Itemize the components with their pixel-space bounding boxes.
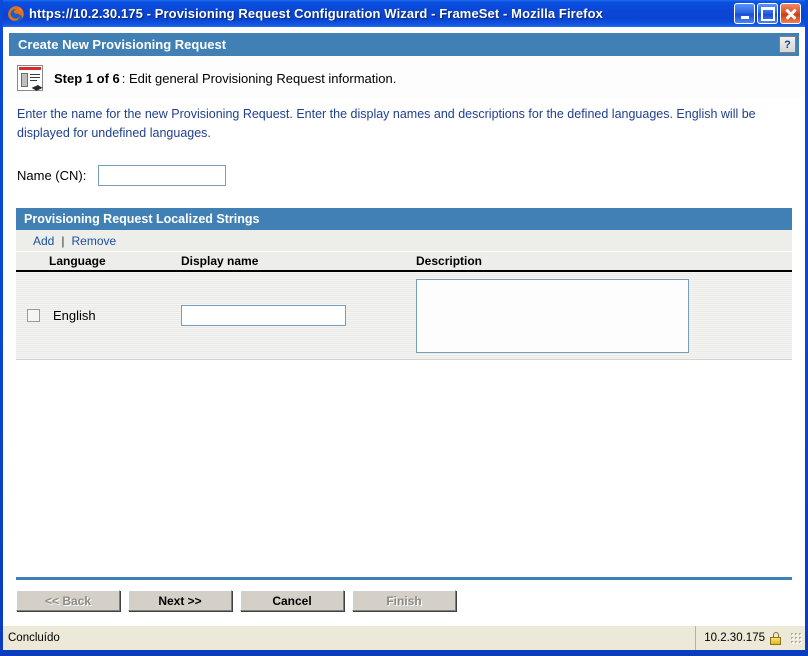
- table-row: English: [16, 272, 792, 360]
- wizard-step-row: ◀▶ Step 1 of 6 : Edit general Provisioni…: [3, 56, 805, 99]
- name-field-label: Name (CN):: [17, 168, 87, 183]
- finish-button[interactable]: Finish: [352, 590, 456, 611]
- window-titlebar: https://10.2.30.175 - Provisioning Reque…: [3, 0, 805, 27]
- localized-strings-toolbar: Add | Remove: [16, 230, 792, 252]
- localized-strings-title: Provisioning Request Localized Strings: [24, 212, 260, 226]
- add-link[interactable]: Add: [33, 234, 54, 248]
- row-language-label: English: [53, 308, 96, 323]
- back-button[interactable]: << Back: [16, 590, 120, 611]
- window-title: https://10.2.30.175 - Provisioning Reque…: [29, 6, 603, 21]
- window-controls: [734, 3, 803, 24]
- browser-window: https://10.2.30.175 - Provisioning Reque…: [0, 0, 808, 656]
- name-field-row: Name (CN):: [3, 143, 805, 186]
- resize-grip-icon[interactable]: [790, 632, 802, 644]
- localized-strings-header: Provisioning Request Localized Strings: [16, 208, 792, 230]
- row-language-cell: English: [16, 308, 181, 323]
- description-textarea[interactable]: [416, 278, 689, 353]
- page-content: Create New Provisioning Request ? ◀▶ Ste…: [3, 27, 805, 625]
- localized-strings-panel: Provisioning Request Localized Strings A…: [16, 208, 792, 360]
- wizard-footer: << Back Next >> Cancel Finish: [3, 577, 805, 625]
- maximize-icon[interactable]: [757, 3, 778, 24]
- close-icon[interactable]: [780, 3, 801, 24]
- status-host: 10.2.30.175: [704, 632, 765, 644]
- display-name-input[interactable]: [181, 305, 346, 326]
- status-text: Concluído: [8, 632, 60, 644]
- dialog-header: Create New Provisioning Request ?: [9, 33, 799, 56]
- next-button[interactable]: Next >>: [128, 590, 232, 611]
- form-document-icon: ◀▶: [17, 65, 43, 92]
- action-separator: |: [61, 233, 65, 248]
- wizard-step-description: : Edit general Provisioning Request info…: [121, 70, 397, 86]
- status-security-area: 10.2.30.175: [695, 626, 805, 650]
- dialog-title: Create New Provisioning Request: [18, 37, 227, 52]
- footer-divider: [16, 577, 792, 580]
- firefox-icon: [7, 5, 25, 23]
- padlock-icon[interactable]: [770, 631, 781, 645]
- wizard-button-bar: << Back Next >> Cancel Finish: [16, 590, 792, 625]
- column-header-description: Description: [416, 254, 483, 268]
- instructions-text: Enter the name for the new Provisioning …: [17, 107, 756, 140]
- wizard-step-label: Step 1 of 6: [54, 70, 120, 86]
- minimize-icon[interactable]: [734, 3, 755, 24]
- table-column-headers: Language Display name Description: [16, 252, 792, 272]
- browser-statusbar: Concluído 10.2.30.175: [3, 625, 805, 650]
- column-header-display-name: Display name: [181, 254, 259, 268]
- cancel-button[interactable]: Cancel: [240, 590, 344, 611]
- row-description-cell: [416, 278, 792, 353]
- help-button[interactable]: ?: [779, 36, 796, 53]
- row-display-name-cell: [181, 305, 416, 326]
- column-header-language: Language: [49, 254, 106, 268]
- name-input[interactable]: [98, 165, 227, 186]
- remove-link[interactable]: Remove: [71, 234, 116, 248]
- row-select-checkbox[interactable]: [27, 309, 40, 322]
